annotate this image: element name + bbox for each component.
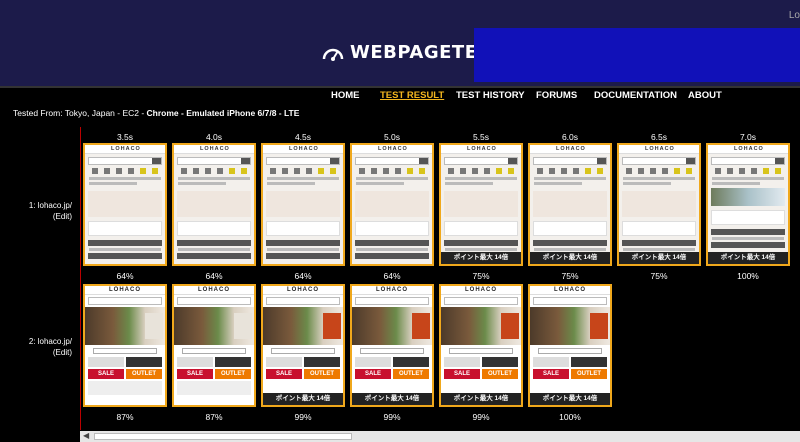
frame-logo: LOHACO (556, 146, 586, 152)
speedometer-icon (322, 48, 344, 61)
visual-complete-percent: 100% (559, 412, 581, 422)
time-label: 4.5s (294, 132, 312, 142)
visual-complete-percent: 75% (561, 271, 579, 281)
visual-complete-percent: 64% (294, 271, 312, 281)
frame-outlet: OUTLET (482, 369, 518, 379)
visual-complete-percent: 87% (205, 412, 223, 422)
login-link[interactable]: Lo (789, 10, 800, 21)
frame-promo: ポイント最大 14倍 (530, 393, 610, 405)
nav-forums[interactable]: FORUMS (536, 90, 577, 101)
filmstrip-frame[interactable]: LOHACO SALE OUTLET ポイント最大 14倍 (528, 284, 612, 407)
visual-complete-percent: 75% (650, 271, 668, 281)
ad-banner[interactable] (474, 28, 800, 82)
frame-sale: SALE (177, 369, 213, 379)
frame-logo: LOHACO (111, 146, 141, 152)
filmstrip-frame[interactable]: LOHACO (83, 143, 167, 266)
frame-logo: LOHACO (554, 287, 586, 293)
visual-complete-percent: 64% (116, 271, 134, 281)
tested-from: Tested From: Tokyo, Japan - EC2 - Chrome… (13, 108, 299, 118)
frame-promo: ポイント最大 14倍 (441, 252, 521, 264)
time-label: 6.5s (650, 132, 668, 142)
frame-logo: LOHACO (289, 146, 319, 152)
row-label-url[interactable]: 2: lohaco.jp/ (12, 336, 72, 347)
frame-sale: SALE (355, 369, 391, 379)
row-label-2[interactable]: 2: lohaco.jp/ (Edit) (12, 336, 72, 358)
main-nav: HOME TEST RESULT TEST HISTORY FORUMS DOC… (0, 86, 800, 104)
visual-complete-percent: 75% (472, 271, 490, 281)
visual-complete-percent: 87% (116, 412, 134, 422)
time-label: 6.0s (561, 132, 579, 142)
nav-test-result[interactable]: TEST RESULT (380, 90, 444, 101)
filmstrip-frame[interactable]: LOHACO SALE OUTLET ポイント最大 14倍 (350, 284, 434, 407)
frame-logo: LOHACO (734, 146, 764, 152)
time-label: 4.0s (205, 132, 223, 142)
frame-promo: ポイント最大 14倍 (441, 393, 521, 405)
filmstrip-frame[interactable]: LOHACO ポイント最大 14倍 (706, 143, 790, 266)
visual-complete-percent: 99% (383, 412, 401, 422)
frame-promo: ポイント最大 14倍 (708, 252, 788, 264)
filmstrip-frame[interactable]: LOHACO (261, 143, 345, 266)
tested-prefix: Tested From: Tokyo, Japan - EC2 - (13, 108, 147, 118)
visual-complete-percent: 99% (472, 412, 490, 422)
edit-link[interactable]: (Edit) (12, 347, 72, 358)
tested-browser: Chrome - Emulated iPhone 6/7/8 - LTE (146, 108, 300, 118)
frame-outlet: OUTLET (571, 369, 607, 379)
nav-about[interactable]: ABOUT (688, 90, 722, 101)
frame-promo: ポイント最大 14倍 (530, 252, 610, 264)
frame-outlet: OUTLET (304, 369, 340, 379)
frame-logo: LOHACO (200, 146, 230, 152)
visual-complete-percent: 64% (205, 271, 223, 281)
site-header: Lo WEBPAGETEST (0, 0, 800, 86)
visual-complete-percent: 100% (737, 271, 759, 281)
frame-outlet: OUTLET (215, 369, 251, 379)
filmstrip-frame[interactable]: LOHACO ポイント最大 14倍 (617, 143, 701, 266)
row-label-url[interactable]: 1: lohaco.jp/ (12, 200, 72, 211)
nav-documentation[interactable]: DOCUMENTATION (594, 90, 677, 101)
filmstrip-frame[interactable]: LOHACO SALE OUTLET ポイント最大 14倍 (439, 284, 523, 407)
filmstrip-frame[interactable]: LOHACO (350, 143, 434, 266)
filmstrip-frame[interactable]: LOHACO SALE OUTLET (172, 284, 256, 407)
visual-complete-percent: 99% (294, 412, 312, 422)
filmstrip-frame[interactable]: LOHACO (172, 143, 256, 266)
frame-logo: LOHACO (465, 287, 497, 293)
scroll-left-icon[interactable]: ◀ (83, 431, 89, 440)
frame-logo: LOHACO (287, 287, 319, 293)
filmstrip-frame[interactable]: LOHACO SALE OUTLET ポイント最大 14倍 (261, 284, 345, 407)
frame-outlet: OUTLET (393, 369, 429, 379)
nav-test-history[interactable]: TEST HISTORY (456, 90, 525, 101)
frame-sale: SALE (444, 369, 480, 379)
filmstrip-frame[interactable]: LOHACO SALE OUTLET (83, 284, 167, 407)
nav-home[interactable]: HOME (331, 90, 360, 101)
frame-promo: ポイント最大 14倍 (352, 393, 432, 405)
scrollbar-thumb[interactable] (94, 433, 352, 440)
timeline-marker (80, 127, 81, 430)
row-label-1[interactable]: 1: lohaco.jp/ (Edit) (12, 200, 72, 222)
horizontal-scrollbar[interactable]: ◀ (80, 431, 800, 442)
visual-complete-percent: 64% (383, 271, 401, 281)
edit-link[interactable]: (Edit) (12, 211, 72, 222)
time-label: 3.5s (116, 132, 134, 142)
frame-logo: LOHACO (645, 146, 675, 152)
time-label: 5.5s (472, 132, 490, 142)
time-label: 5.0s (383, 132, 401, 142)
filmstrip-frame[interactable]: LOHACO ポイント最大 14倍 (439, 143, 523, 266)
frame-promo: ポイント最大 14倍 (619, 252, 699, 264)
frame-logo: LOHACO (467, 146, 497, 152)
frame-sale: SALE (88, 369, 124, 379)
frame-logo: LOHACO (378, 146, 408, 152)
frame-sale: SALE (533, 369, 569, 379)
filmstrip-frame[interactable]: LOHACO ポイント最大 14倍 (528, 143, 612, 266)
frame-sale: SALE (266, 369, 302, 379)
time-label: 7.0s (739, 132, 757, 142)
frame-logo: LOHACO (376, 287, 408, 293)
frame-outlet: OUTLET (126, 369, 162, 379)
frame-logo: LOHACO (198, 287, 230, 293)
frame-logo: LOHACO (109, 287, 141, 293)
frame-promo: ポイント最大 14倍 (263, 393, 343, 405)
